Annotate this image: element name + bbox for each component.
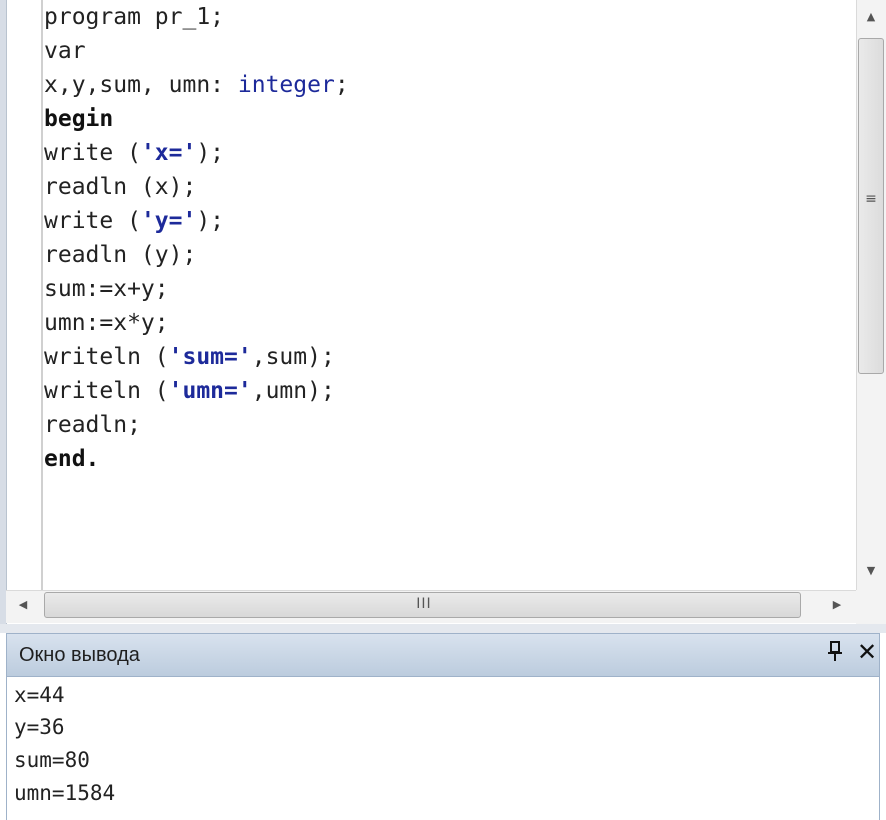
- editor-left-border: [0, 0, 7, 624]
- code-line[interactable]: readln;: [44, 408, 854, 442]
- output-panel-title: Окно вывода: [19, 644, 140, 666]
- code-token: ,umn);: [251, 378, 335, 404]
- code-token: begin: [44, 106, 114, 132]
- code-line[interactable]: x,y,sum, umn: integer;: [44, 68, 854, 102]
- scroll-left-icon[interactable]: ◀: [16, 598, 30, 612]
- code-token: );: [196, 140, 225, 166]
- code-token: );: [196, 208, 225, 234]
- output-line: x=44: [14, 683, 65, 707]
- vertical-grip-icon: ≡: [865, 191, 877, 207]
- code-line[interactable]: umn:=x*y;: [44, 306, 854, 340]
- code-line[interactable]: writeln ('sum=',sum);: [44, 340, 854, 374]
- scrollbar-corner: [856, 590, 886, 624]
- code-token: 'sum=': [168, 344, 252, 370]
- scroll-down-icon[interactable]: ▼: [862, 564, 880, 578]
- output-line: umn=1584: [14, 781, 116, 805]
- code-token: writeln (: [44, 378, 169, 404]
- code-token: writeln (: [44, 344, 169, 370]
- code-token: 'umn=': [168, 378, 252, 404]
- code-token: 'y=': [140, 208, 197, 234]
- code-line[interactable]: readln (x);: [44, 170, 854, 204]
- code-line[interactable]: write ('x=');: [44, 136, 854, 170]
- close-icon[interactable]: ✕: [854, 638, 880, 666]
- code-editor[interactable]: program pr_1;var x,y,sum, umn: integer; be…: [0, 0, 886, 624]
- code-token: readln;: [44, 412, 141, 438]
- code-token: x,y,sum, umn:: [44, 72, 238, 98]
- code-token: sum:=x+y;: [44, 276, 169, 302]
- code-token: write (: [44, 208, 141, 234]
- code-token: write (: [44, 140, 141, 166]
- code-token: ;: [334, 72, 349, 98]
- code-token: umn:=x*y;: [44, 310, 169, 336]
- editor-gutter: [41, 0, 43, 590]
- code-line[interactable]: readln (y);: [44, 238, 854, 272]
- code-line[interactable]: var: [44, 34, 854, 68]
- code-token: var: [44, 38, 86, 64]
- code-token: readln (x);: [44, 174, 197, 200]
- code-token: ,sum);: [251, 344, 335, 370]
- output-panel-body: x=44 y=36 sum=80 umn=1584: [6, 677, 880, 820]
- code-token: 'x=': [140, 140, 197, 166]
- code-line[interactable]: program pr_1;: [44, 0, 854, 34]
- panel-splitter[interactable]: [0, 624, 886, 633]
- pin-icon[interactable]: [824, 640, 846, 666]
- code-line[interactable]: end.: [44, 442, 854, 476]
- scroll-up-icon[interactable]: ▲: [862, 10, 880, 24]
- horizontal-grip-icon: III: [416, 596, 432, 612]
- code-line[interactable]: write ('y=');: [44, 204, 854, 238]
- output-line: sum=80: [14, 748, 90, 772]
- code-line[interactable]: sum:=x+y;: [44, 272, 854, 306]
- code-line[interactable]: writeln ('umn=',umn);: [44, 374, 854, 408]
- output-panel-header: Окно вывода ✕: [6, 633, 880, 677]
- code-line[interactable]: begin: [44, 102, 854, 136]
- code-text-area[interactable]: program pr_1;var x,y,sum, umn: integer; be…: [44, 0, 854, 476]
- scroll-right-icon[interactable]: ▶: [830, 598, 844, 612]
- code-token: integer: [237, 72, 335, 98]
- code-token: end.: [44, 446, 100, 472]
- code-token: readln (y);: [44, 242, 197, 268]
- output-line: y=36: [14, 715, 65, 739]
- code-token: program pr_1;: [44, 4, 225, 30]
